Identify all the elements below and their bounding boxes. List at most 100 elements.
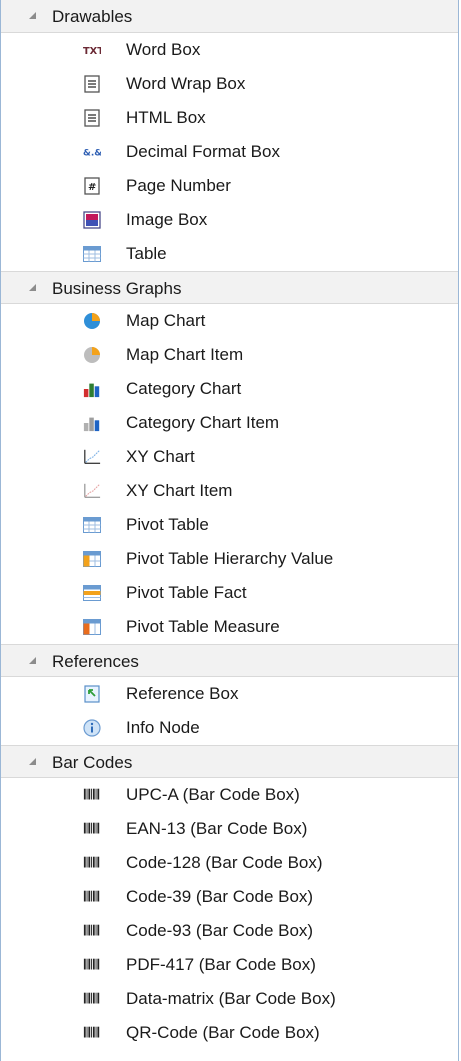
expand-arrow-icon[interactable] — [29, 12, 36, 19]
palette-item-label: EAN-13 (Bar Code Box) — [126, 819, 308, 838]
barcode-icon — [83, 820, 101, 838]
palette-item-image-box[interactable]: Image Box — [1, 203, 458, 237]
svg-text:&.&: &.& — [83, 149, 101, 159]
palette-item-pivot-table-measure[interactable]: Pivot Table Measure — [1, 610, 458, 644]
palette-item-xy-chart-item[interactable]: XY Chart Item — [1, 474, 458, 508]
palette-item-pivot-table-hierarchy-value[interactable]: Pivot Table Hierarchy Value — [1, 542, 458, 576]
palette-item-label: QR-Code (Bar Code Box) — [126, 1023, 320, 1042]
palette-item-label: Pivot Table Hierarchy Value — [126, 549, 334, 568]
group-header-bar-codes[interactable]: Bar Codes — [1, 745, 458, 778]
palette-item-label: Pivot Table Measure — [126, 617, 280, 636]
barcode-icon — [83, 956, 101, 974]
palette-item-reference-box[interactable]: Reference Box — [1, 677, 458, 711]
group-label: Bar Codes — [52, 753, 133, 772]
palette-item-label: Reference Box — [126, 684, 239, 703]
palette-item-map-chart-item[interactable]: Map Chart Item — [1, 338, 458, 372]
palette-item-label: PDF-417 (Bar Code Box) — [126, 955, 316, 974]
palette-item-label: Page Number — [126, 176, 231, 195]
expand-arrow-icon[interactable] — [29, 284, 36, 291]
txt-icon: TXT — [83, 41, 101, 59]
barcode-icon — [83, 786, 101, 804]
palette-item-label: Map Chart — [126, 311, 206, 330]
palette-item-label: Table — [126, 244, 167, 263]
palette-item-label: Pivot Table — [126, 515, 209, 534]
group-references: References Reference Box Info Node — [1, 644, 458, 745]
group-label: Drawables — [52, 7, 133, 26]
palette-item-label: XY Chart Item — [126, 481, 233, 500]
palette-item-label: Category Chart — [126, 379, 242, 398]
palette-item-label: Image Box — [126, 210, 208, 229]
pie-chart-item-icon — [83, 346, 101, 364]
palette-item-label: Info Node — [126, 718, 200, 737]
palette-item-label: UPC-A (Bar Code Box) — [126, 785, 300, 804]
palette-item-page-number[interactable]: # Page Number — [1, 169, 458, 203]
palette-item-code-93-bar-code-box[interactable]: Code-93 (Bar Code Box) — [1, 914, 458, 948]
palette-item-word-wrap-box[interactable]: Word Wrap Box — [1, 67, 458, 101]
palette-item-pivot-table[interactable]: Pivot Table — [1, 508, 458, 542]
palette-item-map-chart[interactable]: Map Chart — [1, 304, 458, 338]
palette-item-label: Pivot Table Fact — [126, 583, 247, 602]
palette-item-word-box[interactable]: TXT Word Box — [1, 33, 458, 67]
palette-item-label: HTML Box — [126, 108, 206, 127]
palette-item-decimal-format-box[interactable]: &.& Decimal Format Box — [1, 135, 458, 169]
palette-item-code-128-bar-code-box[interactable]: Code-128 (Bar Code Box) — [1, 846, 458, 880]
barcode-icon — [83, 1024, 101, 1042]
pie-chart-icon — [83, 312, 101, 330]
palette-item-label: Code-93 (Bar Code Box) — [126, 921, 314, 940]
palette-item-upc-a-bar-code-box[interactable]: UPC-A (Bar Code Box) — [1, 778, 458, 812]
group-header-drawables[interactable]: Drawables — [1, 0, 458, 33]
palette-item-category-chart-item[interactable]: Category Chart Item — [1, 406, 458, 440]
palette-item-code-39-bar-code-box[interactable]: Code-39 (Bar Code Box) — [1, 880, 458, 914]
expand-arrow-icon[interactable] — [29, 657, 36, 664]
pivot-fact-icon — [83, 584, 101, 602]
palette-item-label: Category Chart Item — [126, 413, 280, 432]
group-header-business-graphs[interactable]: Business Graphs — [1, 271, 458, 304]
palette-item-label: Word Wrap Box — [126, 74, 246, 93]
palette-tree: Drawables TXT Word Box Word Wrap Box HTML Bo… — [0, 0, 459, 1061]
group-bar-codes: Bar Codes UPC-A (Bar Code Box) EAN-13 (Bar… — [1, 745, 458, 1050]
palette-item-table[interactable]: Table — [1, 237, 458, 271]
bar-chart-icon — [83, 380, 101, 398]
info-icon — [83, 719, 101, 737]
reference-icon — [83, 685, 101, 703]
decimal-format-icon: &.& — [83, 143, 101, 161]
bar-chart-item-icon — [83, 414, 101, 432]
palette-item-info-node[interactable]: Info Node — [1, 711, 458, 745]
table-icon — [83, 516, 101, 534]
group-business-graphs: Business Graphs Map Chart Map Chart Item Ca… — [1, 271, 458, 644]
palette-item-label: Word Box — [126, 40, 201, 59]
group-label: References — [52, 652, 139, 671]
image-icon — [83, 211, 101, 229]
barcode-icon — [83, 990, 101, 1008]
barcode-icon — [83, 922, 101, 940]
palette-item-data-matrix-bar-code-box[interactable]: Data-matrix (Bar Code Box) — [1, 982, 458, 1016]
pivot-hierarchy-icon — [83, 550, 101, 568]
group-label: Business Graphs — [52, 279, 182, 298]
palette-item-html-box[interactable]: HTML Box — [1, 101, 458, 135]
palette-item-qr-code-bar-code-box[interactable]: QR-Code (Bar Code Box) — [1, 1016, 458, 1050]
xy-chart-icon — [83, 448, 101, 466]
group-drawables: Drawables TXT Word Box Word Wrap Box HTML Bo… — [1, 0, 458, 271]
barcode-icon — [83, 854, 101, 872]
table-icon — [83, 245, 101, 263]
xy-chart-item-icon — [83, 482, 101, 500]
expand-arrow-icon[interactable] — [29, 758, 36, 765]
palette-item-xy-chart[interactable]: XY Chart — [1, 440, 458, 474]
palette-item-label: Code-39 (Bar Code Box) — [126, 887, 314, 906]
palette-item-pdf-417-bar-code-box[interactable]: PDF-417 (Bar Code Box) — [1, 948, 458, 982]
palette-item-pivot-table-fact[interactable]: Pivot Table Fact — [1, 576, 458, 610]
group-header-references[interactable]: References — [1, 644, 458, 677]
palette-item-category-chart[interactable]: Category Chart — [1, 372, 458, 406]
palette-item-label: Data-matrix (Bar Code Box) — [126, 989, 336, 1008]
palette-item-label: Map Chart Item — [126, 345, 244, 364]
document-text-icon — [83, 75, 101, 93]
palette-item-ean-13-bar-code-box[interactable]: EAN-13 (Bar Code Box) — [1, 812, 458, 846]
pivot-measure-icon — [83, 618, 101, 636]
palette-item-label: Code-128 (Bar Code Box) — [126, 853, 323, 872]
svg-text:TXT: TXT — [83, 46, 101, 57]
page-number-icon: # — [83, 177, 101, 195]
document-text-icon — [83, 109, 101, 127]
svg-text:#: # — [88, 182, 96, 193]
barcode-icon — [83, 888, 101, 906]
palette-item-label: XY Chart — [126, 447, 195, 466]
